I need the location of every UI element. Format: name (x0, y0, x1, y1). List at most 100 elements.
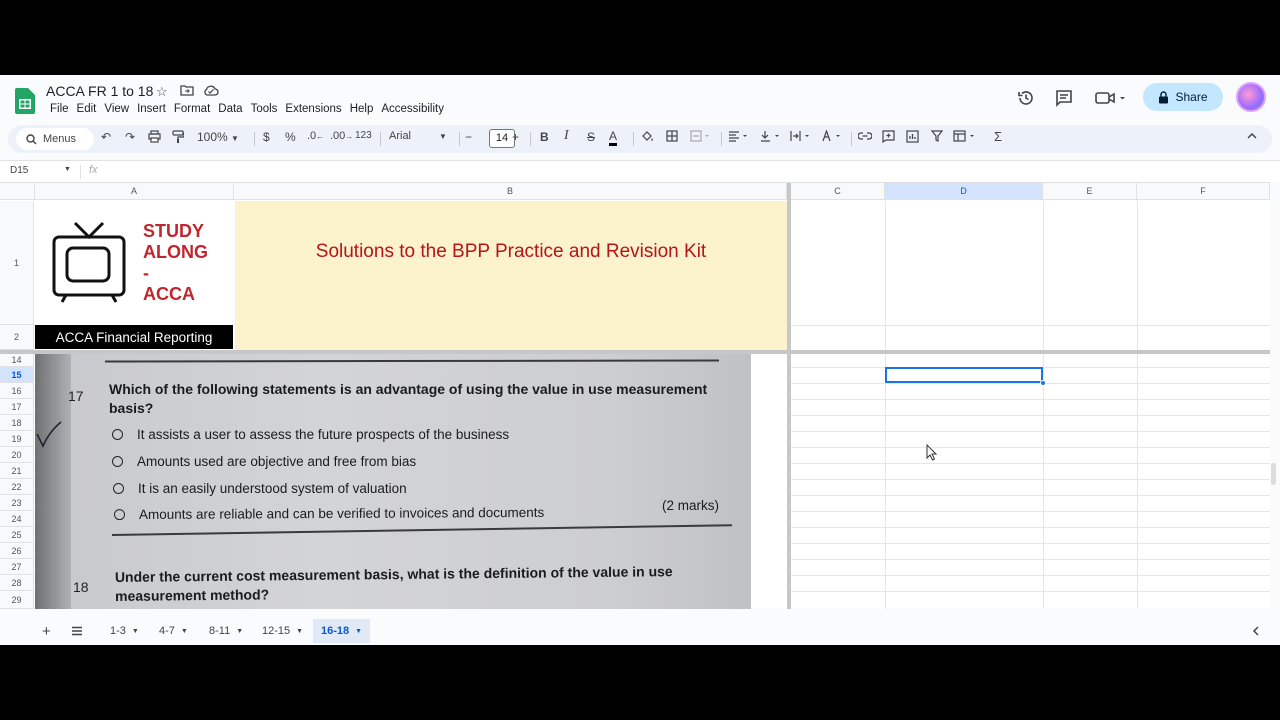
sheet-tab-4-7[interactable]: 4-7 ▼ (151, 619, 196, 643)
star-icon[interactable]: ☆ (156, 84, 168, 100)
sheet-tab-1-3[interactable]: 1-3 ▼ (102, 619, 147, 643)
undo-icon[interactable]: ↶ (101, 130, 111, 144)
sheet-tab-12-15[interactable]: 12-15 ▼ (254, 619, 311, 643)
row-header[interactable]: 26 (0, 543, 34, 559)
menu-tools[interactable]: Tools (247, 102, 282, 116)
row-header[interactable]: 21 (0, 463, 34, 479)
menu-accessibility[interactable]: Accessibility (377, 102, 448, 116)
cloud-saved-icon[interactable] (203, 84, 219, 99)
percent-format-button[interactable]: % (285, 130, 296, 144)
row-header[interactable]: 14 (0, 354, 34, 367)
collapse-toolbar-icon[interactable] (1246, 130, 1258, 144)
row-header[interactable]: 28 (0, 575, 34, 591)
row-header[interactable]: 24 (0, 511, 34, 527)
fill-color-icon[interactable] (641, 130, 654, 146)
filter-icon[interactable] (930, 130, 944, 145)
row-header[interactable]: 18 (0, 415, 34, 431)
collapse-sidebar-chevron-left-icon[interactable] (1244, 619, 1268, 643)
row-header[interactable]: 19 (0, 431, 34, 447)
decrease-decimal-button[interactable]: .0← (307, 130, 324, 142)
bold-icon[interactable]: B (540, 130, 549, 144)
move-folder-icon[interactable] (180, 84, 194, 99)
document-title[interactable]: ACCA FR 1 to 18 (46, 83, 153, 99)
insert-comment-icon[interactable] (882, 130, 895, 146)
print-icon[interactable] (148, 130, 161, 146)
text-color-icon[interactable]: A (609, 130, 618, 146)
increase-decimal-label: .00 (330, 130, 346, 142)
spreadsheet-grid[interactable]: A B C D E F 1 2 14 15 16 17 18 19 20 21 … (0, 182, 1276, 609)
all-sheets-icon[interactable] (63, 619, 91, 643)
banner-cell[interactable]: Solutions to the BPP Practice and Revisi… (235, 201, 787, 350)
column-header-b[interactable]: B (234, 183, 787, 200)
sheet-tab-8-11[interactable]: 8-11 ▼ (201, 619, 251, 643)
row-header[interactable]: 29 (0, 591, 34, 609)
menu-file[interactable]: File (46, 102, 73, 116)
question-photo[interactable]: 17 Which of the following statements is … (35, 354, 751, 609)
row-header[interactable]: 27 (0, 559, 34, 575)
horizontal-align-icon[interactable] (728, 130, 750, 145)
option-3: It is an easily understood system of val… (113, 481, 407, 496)
frozen-column-divider[interactable] (787, 183, 791, 609)
menu-help[interactable]: Help (346, 102, 378, 116)
column-header-a[interactable]: A (35, 183, 234, 200)
redo-icon[interactable]: ↷ (125, 130, 135, 144)
row-header[interactable]: 15 (0, 367, 34, 383)
menu-view[interactable]: View (100, 102, 133, 116)
menus-search-button[interactable]: Menus (16, 128, 94, 150)
row-header[interactable]: 16 (0, 383, 34, 399)
strikethrough-icon[interactable]: S (587, 130, 595, 144)
decrease-font-size-button[interactable]: − (465, 130, 472, 144)
sheet-tab-16-18[interactable]: 16-18 ▼ (313, 619, 371, 643)
add-sheet-icon[interactable]: + (34, 619, 59, 643)
name-box-chevron-down-icon[interactable]: ▼ (64, 166, 71, 173)
row-header[interactable]: 25 (0, 527, 34, 543)
column-header-d[interactable]: D (885, 183, 1043, 200)
account-avatar[interactable] (1236, 82, 1266, 112)
name-box[interactable]: D15 (10, 165, 28, 176)
currency-format-button[interactable]: $ (263, 130, 270, 144)
row-header[interactable]: 17 (0, 399, 34, 415)
zoom-select[interactable]: 100% ▼ (197, 130, 239, 144)
question-17-text: Which of the following statements is an … (109, 381, 708, 416)
insert-chart-icon[interactable] (906, 130, 919, 146)
filter-views-icon[interactable] (953, 130, 979, 145)
row-header[interactable]: 20 (0, 447, 34, 463)
row-header[interactable]: 23 (0, 495, 34, 511)
vertical-scrollbar[interactable] (1271, 463, 1276, 485)
row-header[interactable]: 22 (0, 479, 34, 495)
column-header-f[interactable]: F (1137, 183, 1270, 200)
functions-icon[interactable]: Σ (994, 129, 1002, 144)
row-header[interactable]: 1 (0, 201, 34, 325)
increase-decimal-button[interactable]: .00→ (330, 130, 353, 142)
meet-video-icon[interactable] (1095, 89, 1127, 112)
text-rotation-icon[interactable] (821, 129, 843, 145)
column-header-e[interactable]: E (1043, 183, 1137, 200)
comments-icon[interactable] (1055, 89, 1073, 112)
version-history-icon[interactable] (1017, 89, 1035, 112)
borders-icon[interactable] (666, 130, 678, 145)
increase-font-size-button[interactable]: + (512, 130, 519, 144)
select-all-corner[interactable] (0, 183, 35, 200)
insert-link-icon[interactable] (857, 130, 873, 145)
more-formats-button[interactable]: 123 (355, 130, 372, 141)
menu-insert[interactable]: Insert (133, 102, 170, 116)
menu-edit[interactable]: Edit (73, 102, 101, 116)
menu-extensions[interactable]: Extensions (281, 102, 345, 116)
frozen-row-divider[interactable] (0, 350, 1270, 354)
fill-handle[interactable] (1040, 380, 1046, 386)
text-wrapping-icon[interactable] (790, 130, 812, 145)
sheet-tab-label: 4-7 (159, 625, 175, 637)
menu-bar: File Edit View Insert Format Data Tools … (46, 102, 448, 116)
share-button[interactable]: Share (1143, 83, 1223, 111)
sheets-logo-icon[interactable] (15, 88, 35, 114)
paint-format-icon[interactable] (172, 130, 185, 147)
vertical-align-icon[interactable] (760, 130, 782, 145)
menu-data[interactable]: Data (214, 102, 246, 116)
column-header-c[interactable]: C (791, 183, 885, 200)
italic-icon[interactable]: I (564, 128, 569, 144)
menu-format[interactable]: Format (170, 102, 214, 116)
row-header[interactable]: 2 (0, 325, 34, 350)
merge-cells-icon[interactable] (690, 130, 712, 145)
selected-cell-d15[interactable] (885, 367, 1043, 383)
font-select[interactable]: Arial ▼ (389, 130, 447, 142)
